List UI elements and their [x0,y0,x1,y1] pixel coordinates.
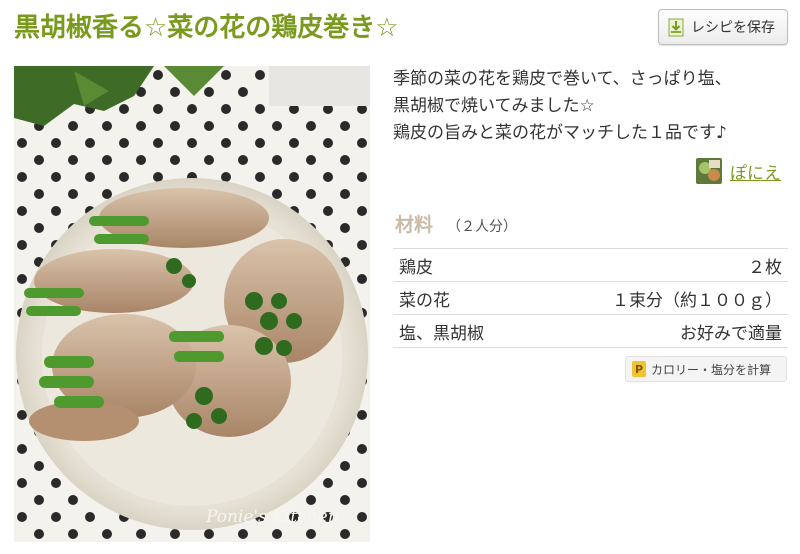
photo-watermark: Ponie's Kitchen [205,507,339,527]
ingredients-table: 鶏皮 ２枚 菜の花 １束分（約１００ｇ） 塩、黒胡椒 お好みで適量 [393,248,788,348]
calculate-calories-label: カロリー・塩分を計算 [651,362,772,377]
ingredient-name: 菜の花 [393,281,531,315]
description-line: 季節の菜の花を鶏皮で巻いて、さっぱり塩、 [393,69,732,89]
servings-label: （２人分） [447,219,518,235]
author-avatar[interactable] [696,158,722,184]
table-row: 鶏皮 ２枚 [393,248,788,282]
description-line: 鶏皮の旨みと菜の花がマッチした１品です♪ [393,123,727,143]
ingredient-amount: １束分（約１００ｇ） [530,281,788,315]
recipe-title: 黒胡椒香る☆菜の花の鶏皮巻き☆ [14,13,399,43]
ingredient-name: 塩、黒胡椒 [393,314,531,348]
recipe-photo: Ponie's Kitchen [14,66,370,542]
author-link[interactable]: ぽにえ [730,159,781,184]
save-download-icon [668,17,686,37]
ingredients-heading: 材料 [395,214,434,236]
save-recipe-label: レシピを保存 [691,20,775,36]
ingredient-amount: ２枚 [530,248,788,282]
save-recipe-button[interactable]: レシピを保存 [658,9,788,45]
ingredient-name: 鶏皮 [393,248,531,282]
table-row: 塩、黒胡椒 お好みで適量 [393,314,788,348]
points-p-icon: P [632,361,646,377]
description-line: 黒胡椒で焼いてみました☆ [393,96,595,116]
calculate-calories-button[interactable]: P カロリー・塩分を計算 [625,356,787,382]
table-row: 菜の花 １束分（約１００ｇ） [393,281,788,315]
author-info: ぽにえ [696,158,781,184]
recipe-description: 季節の菜の花を鶏皮で巻いて、さっぱり塩、 黒胡椒で焼いてみました☆ 鶏皮の旨みと… [393,66,793,147]
ingredients-header: 材料 （２人分） [395,210,517,237]
ingredient-amount: お好みで適量 [530,314,788,348]
